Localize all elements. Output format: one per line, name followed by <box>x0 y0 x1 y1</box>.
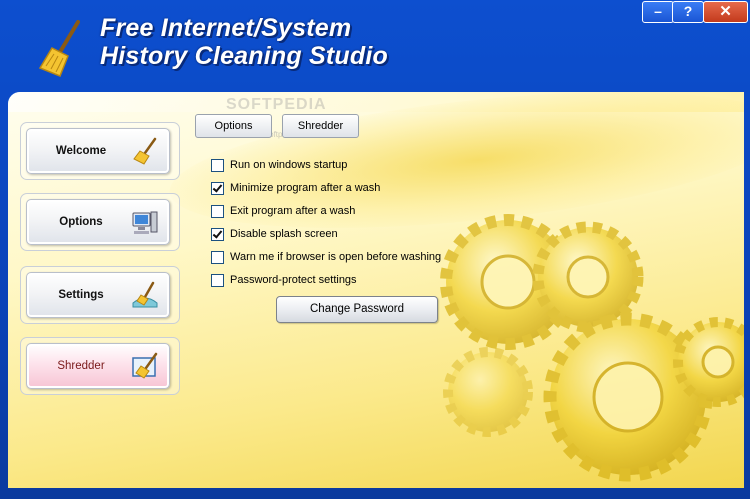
tools-icon <box>132 281 158 308</box>
option-label: Password-protect settings <box>230 274 357 286</box>
title-bar: Free Internet/System History Cleaning St… <box>0 0 750 92</box>
sidebar-item-label: Welcome <box>55 145 107 157</box>
checkbox[interactable] <box>211 204 224 218</box>
option-disable-splash[interactable]: Disable splash screen <box>211 226 338 242</box>
option-password-protect[interactable]: Password-protect settings <box>211 272 357 288</box>
gears-illustration-icon <box>440 214 744 482</box>
option-minimize-after-wash[interactable]: Minimize program after a wash <box>211 180 380 196</box>
checkbox[interactable] <box>211 227 224 241</box>
sidebar-item-settings[interactable]: Settings <box>26 272 170 318</box>
option-label: Run on windows startup <box>230 159 348 171</box>
checkbox[interactable] <box>211 250 224 264</box>
sidebar-item-options[interactable]: Options <box>26 199 170 245</box>
option-label: Exit program after a wash <box>230 205 356 217</box>
option-label: Minimize program after a wash <box>230 182 381 194</box>
checkbox[interactable] <box>211 273 224 287</box>
option-run-on-startup[interactable]: Run on windows startup <box>211 157 347 173</box>
tab-shredder[interactable]: Shredder <box>282 114 359 138</box>
sidebar-item-label: Settings <box>58 289 104 301</box>
sidebar-item-label: Shredder <box>57 360 105 372</box>
app-title-line1: Free Internet/System <box>100 14 352 42</box>
sidebar-item-label: Options <box>59 216 103 228</box>
tab-options[interactable]: Options <box>195 114 272 138</box>
broom-icon <box>133 137 157 165</box>
help-button[interactable]: ? <box>672 1 704 23</box>
computer-icon <box>132 211 158 234</box>
main-panel: SOFTPEDIA www.softpedia.com Welcome Opti… <box>8 92 744 488</box>
minimize-button[interactable]: – <box>642 1 674 23</box>
watermark-text: SOFTPEDIA <box>226 96 327 113</box>
sidebar-item-shredder[interactable]: Shredder <box>26 343 170 389</box>
sidebar-item-welcome[interactable]: Welcome <box>26 128 170 174</box>
checkbox[interactable] <box>211 158 224 172</box>
close-button[interactable]: ✕ <box>703 1 748 23</box>
app-title-line2: History Cleaning Studio <box>100 42 388 70</box>
option-label: Warn me if browser is open before washin… <box>230 251 442 263</box>
change-password-button[interactable]: Change Password <box>276 296 438 323</box>
option-exit-after-wash[interactable]: Exit program after a wash <box>211 203 355 219</box>
option-warn-browser-open[interactable]: Warn me if browser is open before washin… <box>211 249 441 265</box>
broom-logo-icon <box>38 20 80 77</box>
app-window: Free Internet/System History Cleaning St… <box>0 0 750 499</box>
option-label: Disable splash screen <box>230 228 338 240</box>
shredder-icon <box>132 352 158 379</box>
checkbox[interactable] <box>211 181 224 195</box>
